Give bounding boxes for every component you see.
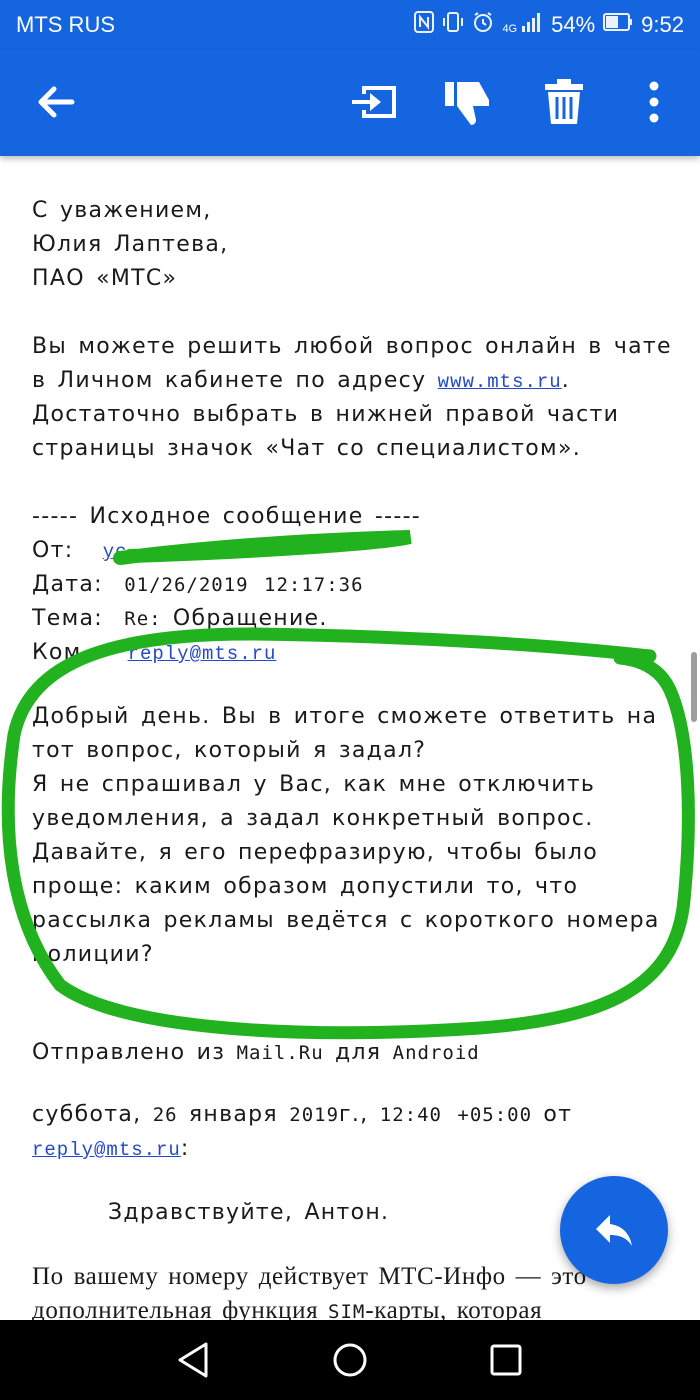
reply-greeting: Здравствуйте, Антон.	[108, 1200, 390, 1225]
back-arrow-icon	[38, 86, 75, 118]
info-line-3: Достаточно выбрать в нижней правой части	[32, 402, 620, 427]
system-nav-bar	[0, 1320, 700, 1400]
sent-from-prefix: Отправлено из	[32, 1040, 226, 1065]
subject-value: Обращение.	[172, 606, 328, 631]
info-line-2: в Личном кабинете по адресу www.mts.ru.	[32, 364, 570, 399]
quote-sender-link[interactable]: reply@mts.ru	[32, 1139, 181, 1161]
status-bar: MTS RUS 4G 54% 9:52	[0, 0, 700, 50]
nav-recents-icon	[490, 1344, 522, 1376]
quote-year: 2019	[289, 1104, 340, 1126]
quote-sender-line: reply@mts.ru:	[32, 1132, 190, 1167]
signature-company: ПАО «МТС»	[32, 266, 178, 291]
from-label: От:	[32, 538, 74, 563]
sent-from-line: Отправлено из Mail.Ru для Android	[32, 1036, 480, 1070]
date-label: Дата:	[32, 572, 103, 597]
nav-back-icon	[178, 1342, 208, 1378]
signature-closing: С уважением,	[32, 198, 212, 223]
battery-icon	[603, 13, 633, 37]
sent-from-middle: для	[334, 1040, 382, 1065]
info-line-2-text: в Личном кабинете по адресу	[32, 368, 438, 393]
more-options-button[interactable]	[622, 70, 686, 134]
more-vert-icon	[649, 81, 659, 123]
battery-percent: 54%	[551, 12, 596, 37]
quote-year-suffix: г.,	[339, 1102, 369, 1127]
app-toolbar	[0, 50, 700, 156]
original-message-separator: ----- Исходное сообщение -----	[32, 504, 422, 529]
vibrate-icon	[442, 11, 464, 39]
info-line-4: страницы значок «Чат со специалистом».	[32, 436, 582, 461]
original-from: От: yc	[32, 534, 128, 569]
body-line-2: тот вопрос, который я задал?	[32, 738, 427, 763]
scroll-indicator[interactable]	[691, 652, 697, 722]
spam-icon	[445, 82, 489, 125]
body-line-5: Давайте, я его перефразирую, чтобы было	[32, 840, 599, 865]
quote-colon: :	[180, 1136, 190, 1161]
spam-button[interactable]	[436, 70, 500, 134]
reply-line-2-b: -карты, которая	[365, 1297, 543, 1322]
clock: 9:52	[641, 12, 684, 37]
original-to: Ком reply@mts.ru	[32, 636, 276, 671]
to-address[interactable]: reply@mts.ru	[128, 643, 277, 665]
sent-from-platform: Android	[392, 1042, 480, 1064]
signature-name: Юлия Лаптева,	[32, 232, 229, 257]
quote-day: суббота,	[32, 1102, 142, 1127]
body-line-8: полиции?	[32, 942, 154, 967]
status-icons: 4G 54% 9:52	[414, 11, 684, 39]
info-line-2-end: .	[561, 368, 570, 393]
body-line-3: Я не спрашивал у Вас, как мне отключить	[32, 772, 596, 797]
date-value: 01/26/2019 12:17:36	[124, 574, 364, 596]
mts-site-link[interactable]: www.mts.ru	[438, 371, 562, 393]
quote-time: 12:40 +05:00	[379, 1104, 533, 1126]
nav-back-button[interactable]	[172, 1338, 216, 1382]
reply-line-1: По вашему номеру действует МТС-Инфо — эт…	[32, 1263, 587, 1290]
email-body: С уважением, Юлия Лаптева, ПАО «МТС» Вы …	[32, 156, 672, 1322]
body-line-4: уведомления, а задал конкретный вопрос.	[32, 806, 594, 831]
to-label: Ком	[32, 640, 82, 665]
original-date: Дата: 01/26/2019 12:17:36	[32, 568, 364, 602]
delete-icon	[545, 79, 583, 124]
quote-date-num: 26	[152, 1104, 178, 1126]
subject-label: Тема:	[32, 606, 103, 631]
nav-home-icon	[333, 1343, 367, 1377]
info-line-1: Вы можете решить любой вопрос онлайн в ч…	[32, 334, 672, 359]
body-line-6: проще: каким образом допустили то, что	[32, 874, 579, 899]
nav-home-button[interactable]	[328, 1338, 372, 1382]
move-to-folder-button[interactable]	[342, 70, 406, 134]
reply-line-2: дополнительная функция SIM-карты, котора…	[32, 1294, 542, 1322]
alarm-icon	[472, 11, 494, 39]
move-to-folder-icon	[352, 86, 396, 118]
reply-line-2-a: дополнительная функция	[32, 1297, 329, 1322]
reply-icon	[596, 1215, 632, 1246]
network-type: 4G	[502, 23, 518, 35]
sent-from-app: Mail.Ru	[236, 1042, 324, 1064]
from-address[interactable]: yc	[103, 541, 128, 563]
signal-icon	[521, 12, 543, 38]
quote-month: января	[188, 1102, 278, 1127]
reply-line-2-sim: SIM	[328, 1301, 366, 1322]
reply-button[interactable]	[560, 1176, 668, 1284]
delete-button[interactable]	[532, 70, 596, 134]
subject-prefix: Re:	[124, 608, 162, 630]
carrier-name: MTS RUS	[16, 12, 115, 37]
quote-header-line: суббота, 26 января 2019г., 12:40 +05:00 …	[32, 1098, 572, 1132]
nfc-icon	[414, 11, 435, 39]
back-button[interactable]	[24, 70, 88, 134]
body-line-7: рассылка рекламы ведётся с короткого ном…	[32, 908, 660, 933]
body-line-1: Добрый день. Вы в итоге сможете ответить…	[32, 704, 658, 729]
original-subject: Тема: Re: Обращение.	[32, 602, 328, 636]
nav-recents-button[interactable]	[484, 1338, 528, 1382]
quote-from-word: от	[543, 1102, 573, 1127]
